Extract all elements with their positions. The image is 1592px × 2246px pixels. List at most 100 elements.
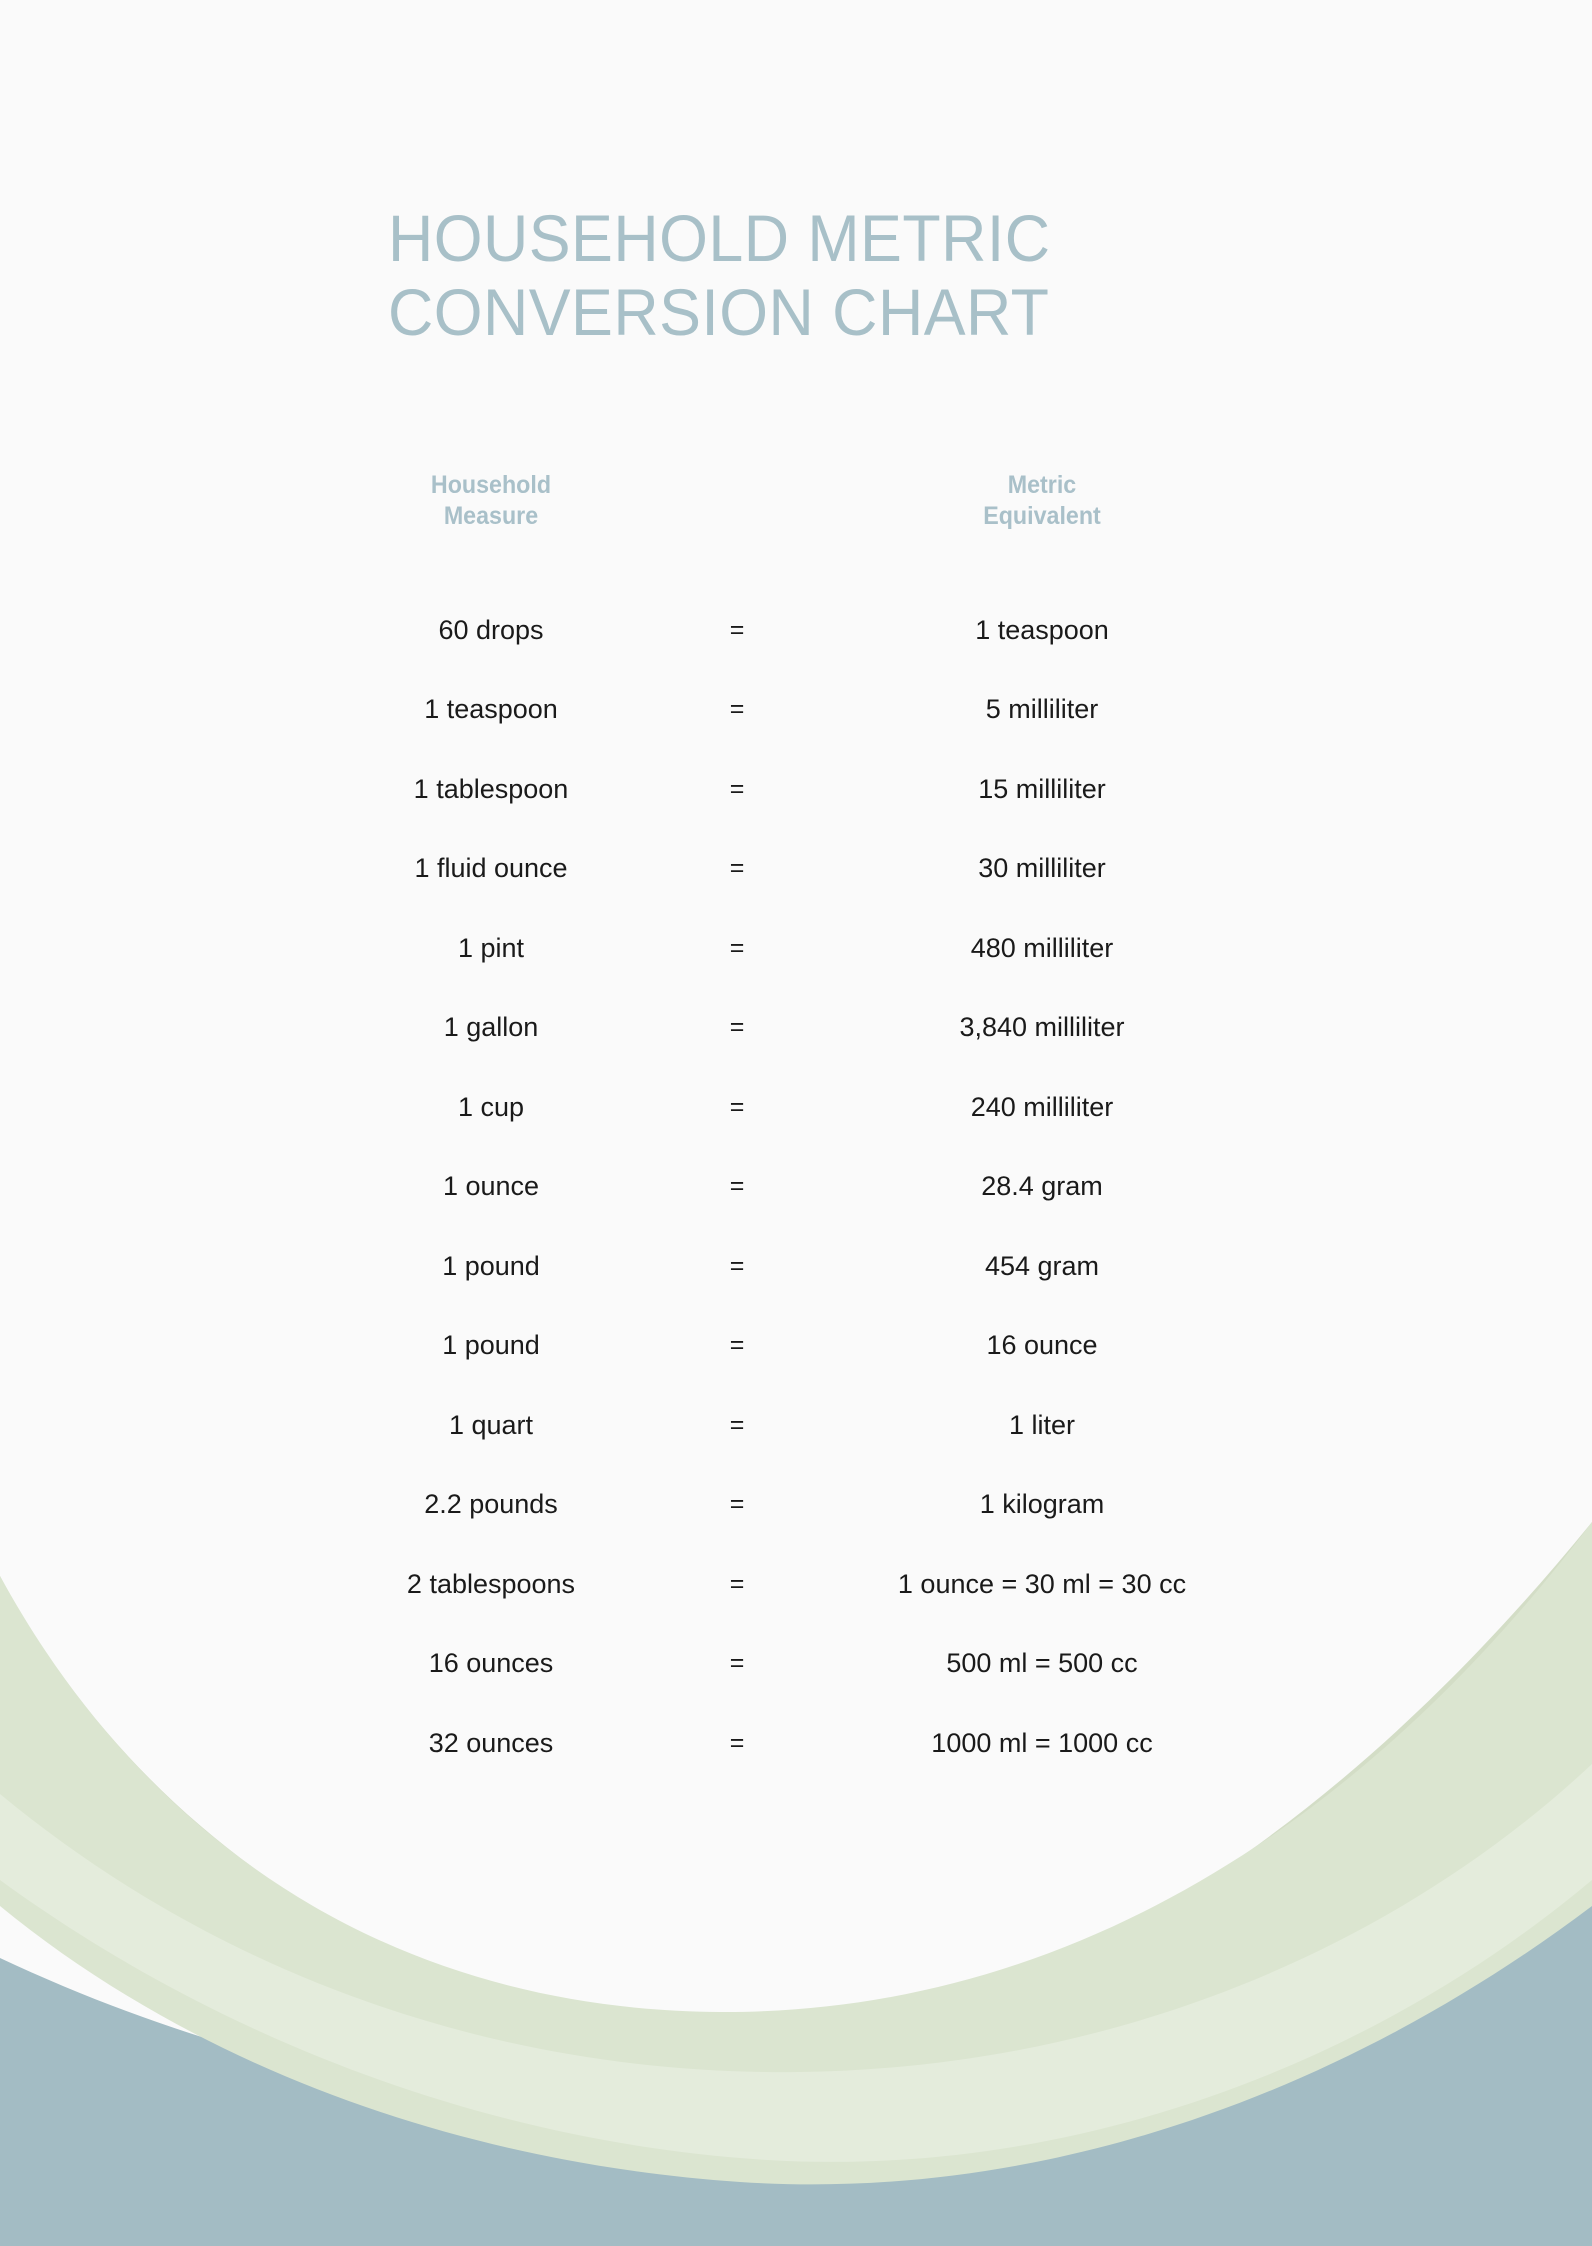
row-measure-cell: 60 drops xyxy=(326,614,656,646)
row-equivalent-cell: 28.4 gram xyxy=(818,1170,1266,1202)
row-equivalent-text: 1 liter xyxy=(1008,1409,1076,1440)
page-root: HOUSEHOLD METRIC CONVERSION CHART Househ… xyxy=(0,0,1592,2246)
row-equivalent-cell: 1000 ml = 1000 cc xyxy=(818,1727,1266,1759)
row-equivalent-text: 500 ml = 500 cc xyxy=(946,1648,1138,1679)
row-measure-text: 1 gallon xyxy=(443,1012,539,1043)
row-equivalent-text: 1 ounce = 30 ml = 30 cc xyxy=(897,1568,1187,1599)
row-measure-text: 1 pound xyxy=(442,1250,540,1281)
table-body: 60 drops = 1 teaspoon 1 teaspoon = 5 millilit… xyxy=(326,590,1266,1783)
row-measure-text: 1 fluid ounce xyxy=(414,853,568,884)
row-equals-cell: = xyxy=(656,615,818,645)
row-measure-cell: 1 ounce xyxy=(326,1170,656,1202)
row-measure-text: 16 ounces xyxy=(428,1648,554,1679)
page-title: HOUSEHOLD METRIC CONVERSION CHART xyxy=(388,201,1051,350)
row-measure-text: 2.2 pounds xyxy=(424,1489,558,1520)
title-block: HOUSEHOLD METRIC CONVERSION CHART xyxy=(388,158,1288,394)
row-equivalent-cell: 240 milliliter xyxy=(818,1091,1266,1123)
row-measure-text: 1 quart xyxy=(448,1409,534,1440)
table-row: 1 pound = 16 ounce xyxy=(326,1306,1266,1386)
row-equals-text: = xyxy=(729,1251,745,1280)
row-equivalent-cell: 1 teaspoon xyxy=(818,614,1266,646)
table-row: 2 tablespoons = 1 ounce = 30 ml = 30 cc xyxy=(326,1544,1266,1624)
row-equivalent-text: 28.4 gram xyxy=(981,1171,1103,1202)
row-equivalent-text: 1 teaspoon xyxy=(975,614,1109,645)
column-header-household-measure: Household Measure xyxy=(326,470,656,533)
column-header-metric-equivalent-label: Metric Equivalent xyxy=(983,471,1101,531)
row-equals-cell: = xyxy=(656,853,818,883)
row-equals-cell: = xyxy=(656,1569,818,1599)
row-equivalent-cell: 16 ounce xyxy=(818,1329,1266,1361)
row-equals-cell: = xyxy=(656,1410,818,1440)
row-equals-text: = xyxy=(729,933,745,962)
table-row: 1 tablespoon = 15 milliliter xyxy=(326,749,1266,829)
row-equivalent-cell: 5 milliliter xyxy=(818,693,1266,725)
column-header-household-measure-label: Household Measure xyxy=(430,471,552,531)
table-row: 16 ounces = 500 ml = 500 cc xyxy=(326,1624,1266,1704)
row-equals-text: = xyxy=(729,774,745,803)
row-equals-cell: = xyxy=(656,1648,818,1678)
row-equivalent-text: 240 milliliter xyxy=(970,1091,1114,1122)
row-equivalent-text: 15 milliliter xyxy=(978,773,1106,804)
row-equivalent-text: 1000 ml = 1000 cc xyxy=(931,1727,1153,1758)
row-equivalent-text: 30 milliliter xyxy=(978,853,1106,884)
row-equivalent-text: 5 milliliter xyxy=(985,694,1099,725)
row-equals-text: = xyxy=(729,1728,745,1757)
row-equivalent-cell: 500 ml = 500 cc xyxy=(818,1647,1266,1679)
row-equals-text: = xyxy=(729,695,745,724)
row-measure-cell: 1 pound xyxy=(326,1329,656,1361)
table-row: 32 ounces = 1000 ml = 1000 cc xyxy=(326,1703,1266,1783)
row-equals-cell: = xyxy=(656,774,818,804)
table-header-row: Household Measure Metric Equivalent xyxy=(326,470,1266,590)
row-measure-cell: 16 ounces xyxy=(326,1647,656,1679)
row-measure-cell: 2.2 pounds xyxy=(326,1488,656,1520)
row-equivalent-cell: 15 milliliter xyxy=(818,773,1266,805)
row-equals-text: = xyxy=(729,1410,745,1439)
row-equals-cell: = xyxy=(656,933,818,963)
table-row: 1 pound = 454 gram xyxy=(326,1226,1266,1306)
row-equals-cell: = xyxy=(656,694,818,724)
row-equivalent-text: 3,840 milliliter xyxy=(959,1012,1125,1043)
row-measure-text: 1 cup xyxy=(457,1091,525,1122)
column-header-metric-equivalent: Metric Equivalent xyxy=(818,470,1266,533)
row-equals-text: = xyxy=(729,854,745,883)
row-measure-text: 1 pint xyxy=(457,932,525,963)
row-equivalent-text: 16 ounce xyxy=(986,1330,1098,1361)
row-equivalent-cell: 3,840 milliliter xyxy=(818,1011,1266,1043)
row-equivalent-cell: 1 ounce = 30 ml = 30 cc xyxy=(818,1568,1266,1600)
row-equals-cell: = xyxy=(656,1251,818,1281)
row-measure-text: 32 ounces xyxy=(428,1727,554,1758)
row-equivalent-cell: 454 gram xyxy=(818,1250,1266,1282)
row-equals-text: = xyxy=(729,1490,745,1519)
row-equals-text: = xyxy=(729,1331,745,1360)
row-equivalent-cell: 1 liter xyxy=(818,1409,1266,1441)
row-measure-text: 2 tablespoons xyxy=(406,1568,576,1599)
table-row: 1 fluid ounce = 30 milliliter xyxy=(326,829,1266,909)
table-row: 1 teaspoon = 5 milliliter xyxy=(326,670,1266,750)
row-equivalent-text: 454 gram xyxy=(984,1250,1100,1281)
row-equals-cell: = xyxy=(656,1489,818,1519)
row-measure-text: 60 drops xyxy=(438,614,544,645)
row-measure-text: 1 ounce xyxy=(442,1171,540,1202)
row-equals-cell: = xyxy=(656,1728,818,1758)
row-equals-cell: = xyxy=(656,1330,818,1360)
table-row: 1 ounce = 28.4 gram xyxy=(326,1147,1266,1227)
row-equivalent-cell: 30 milliliter xyxy=(818,852,1266,884)
row-equals-text: = xyxy=(729,1569,745,1598)
row-equals-text: = xyxy=(729,1649,745,1678)
table-row: 1 pint = 480 milliliter xyxy=(326,908,1266,988)
row-measure-cell: 1 fluid ounce xyxy=(326,852,656,884)
conversion-table: Household Measure Metric Equivalent 60 d… xyxy=(326,470,1266,1783)
table-row: 1 gallon = 3,840 milliliter xyxy=(326,988,1266,1068)
row-measure-cell: 1 pint xyxy=(326,932,656,964)
row-measure-cell: 1 teaspoon xyxy=(326,693,656,725)
row-measure-cell: 1 pound xyxy=(326,1250,656,1282)
row-measure-text: 1 teaspoon xyxy=(424,694,558,725)
row-equals-text: = xyxy=(729,1172,745,1201)
row-measure-cell: 1 cup xyxy=(326,1091,656,1123)
row-equals-text: = xyxy=(729,1092,745,1121)
table-row: 1 quart = 1 liter xyxy=(326,1385,1266,1465)
row-equivalent-cell: 480 milliliter xyxy=(818,932,1266,964)
row-measure-cell: 1 tablespoon xyxy=(326,773,656,805)
table-row: 1 cup = 240 milliliter xyxy=(326,1067,1266,1147)
row-equivalent-cell: 1 kilogram xyxy=(818,1488,1266,1520)
